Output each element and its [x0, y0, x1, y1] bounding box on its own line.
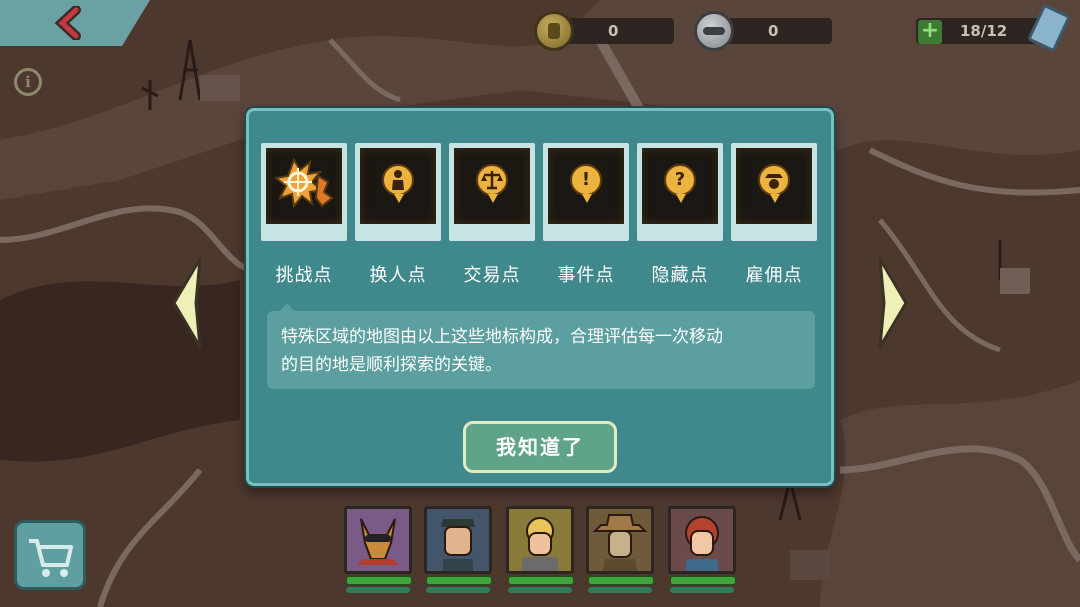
landmark-tile-hidden: ? — [637, 143, 723, 241]
dog-portrait-icon — [357, 518, 399, 565]
shopping-cart-icon — [29, 539, 73, 577]
landmark-tile-challenge — [261, 143, 347, 241]
confirm-button[interactable]: 我知道了 — [463, 421, 617, 473]
landmark-tile-hire — [731, 143, 817, 241]
back-arrow-icon — [54, 6, 81, 40]
landmark-label-challenge: 挑战点 — [275, 265, 333, 286]
shop-button[interactable] — [14, 520, 86, 590]
team-member-blonde[interactable] — [506, 506, 574, 574]
soldier-portrait-icon — [441, 519, 475, 571]
prev-page-arrow-icon[interactable] — [170, 255, 204, 351]
landmark-label-swap: 换人点 — [369, 265, 427, 286]
team-member-redhead[interactable] — [668, 506, 736, 574]
challenge-icon — [274, 158, 334, 209]
team-member-cowboy[interactable] — [586, 506, 654, 574]
radiation-bar-cowboy — [588, 587, 652, 593]
description-line-1: 特殊区域的地图由以上这些地标构成，合理评估每一次移动 — [281, 327, 723, 347]
landmark-label-hidden: 隐藏点 — [651, 265, 709, 286]
add-dweller-button[interactable]: + — [918, 20, 942, 44]
hire-icon — [758, 164, 790, 203]
landmark-tile-event: ! — [543, 143, 629, 241]
description-box: 特殊区域的地图由以上这些地标构成，合理评估每一次移动 的目的地是顺利探索的关键。 — [267, 311, 815, 389]
person-swap-icon — [382, 164, 414, 203]
redhead-portrait-icon — [685, 516, 719, 571]
next-page-arrow-icon[interactable] — [876, 255, 910, 351]
tokens-value: 0 — [768, 22, 779, 40]
exclamation-icon: ! — [570, 164, 602, 203]
team-member-dog[interactable] — [344, 506, 412, 574]
blonde-portrait-icon — [521, 517, 559, 571]
info-icon[interactable]: i — [14, 68, 42, 96]
health-bar-dog — [346, 576, 412, 585]
health-bar-cowboy — [588, 576, 654, 585]
health-bar-soldier — [426, 576, 492, 585]
description-text: 特殊区域的地图由以上这些地标构成，合理评估每一次移动 的目的地是顺利探索的关键。 — [281, 323, 807, 379]
landmark-label-trade: 交易点 — [463, 265, 521, 286]
token-icon — [694, 11, 734, 51]
cowboy-portrait-icon — [592, 514, 648, 571]
landmark-label-event: 事件点 — [557, 265, 615, 286]
health-bar-blonde — [508, 576, 574, 585]
caps-counter: 0 — [560, 18, 674, 44]
question-icon: ? — [664, 164, 696, 203]
radiation-bar-soldier — [426, 587, 490, 593]
landmark-label-hire: 雇佣点 — [745, 265, 803, 286]
radiation-bar-redhead — [670, 587, 734, 593]
scale-icon — [476, 164, 508, 203]
landmark-tile-swap — [355, 143, 441, 241]
bottle-caps-icon — [534, 11, 574, 51]
description-line-2: 的目的地是顺利探索的关键。 — [281, 355, 502, 375]
health-bar-redhead — [670, 576, 736, 585]
landmark-tile-trade — [449, 143, 535, 241]
tokens-counter: 0 — [720, 18, 832, 44]
team-member-soldier[interactable] — [424, 506, 492, 574]
caps-value: 0 — [608, 22, 619, 40]
dwellers-count: 18/12 — [960, 22, 1008, 40]
landmarks-tutorial-dialog: ! ? 挑战点 换人点 交易点 事件点 隐藏点 雇佣点 特殊区域的地图由以上这些… — [246, 108, 834, 486]
radiation-bar-blonde — [508, 587, 572, 593]
radiation-bar-dog — [346, 587, 410, 593]
